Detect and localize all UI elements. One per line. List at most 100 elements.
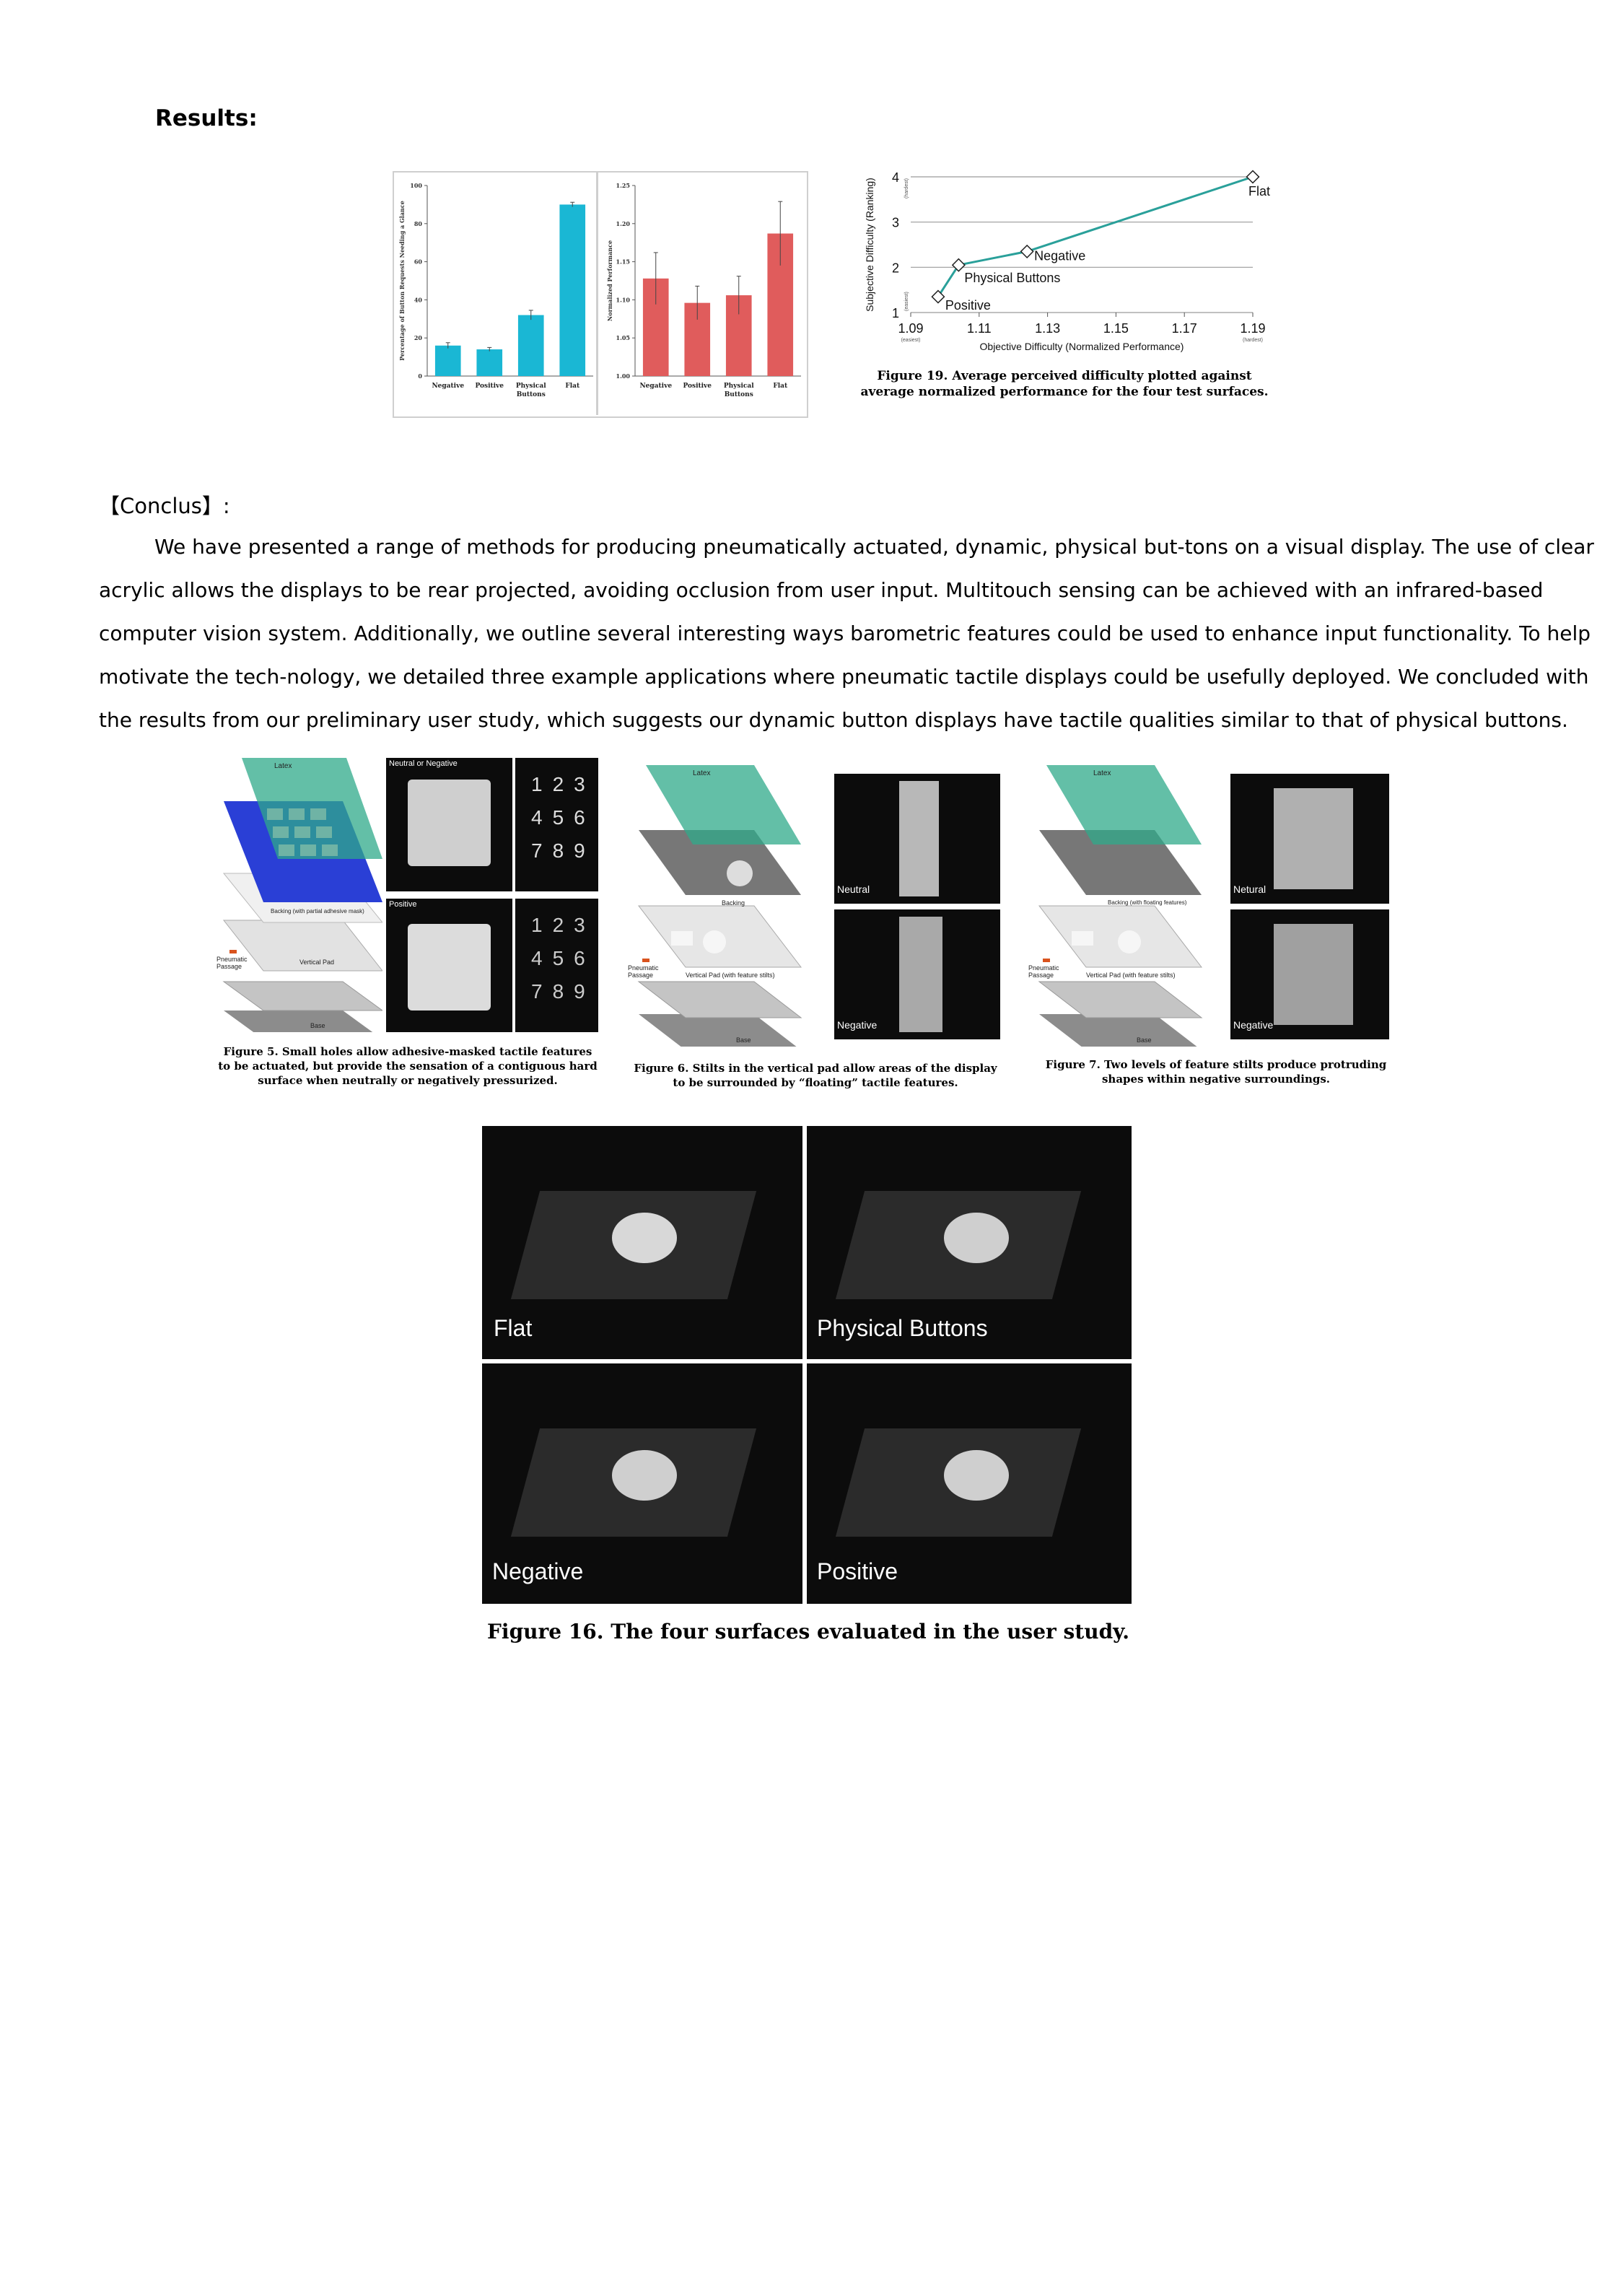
y-tick-label: 1.15	[616, 258, 630, 266]
y-tick-label: 4	[892, 170, 899, 185]
results-bar-charts: 0 20 40 60 80 100 Percentage of Button Request…	[393, 171, 808, 418]
y-hardest-label: (hardest)	[904, 178, 909, 198]
y-tick-label: 2	[892, 261, 899, 275]
data-point-positive	[931, 289, 945, 304]
x-axis-label: Objective Difficulty (Normalized Perform…	[980, 341, 1184, 352]
y-tick-label: 1.10	[616, 296, 631, 303]
point-label: Physical Buttons	[964, 271, 1060, 285]
fig7-label-latex: Latex	[1093, 769, 1111, 777]
paragraph-line: the results from our preliminary user st…	[99, 708, 1568, 732]
x-tick-label: 1.17	[1172, 321, 1197, 336]
fig7-photo-label-negative: Negative	[1233, 1019, 1274, 1031]
bar-charts-svg: 0 20 40 60 80 100 Percentage of Button Request…	[398, 182, 801, 398]
y-tick-label: 1.25	[616, 182, 630, 189]
line-chart-svg: 1 2 3 4 (hardest) (easiest) Subjective Difficu…	[864, 170, 1270, 352]
data-point-physical-buttons	[951, 258, 966, 272]
results-heading: Results:	[155, 105, 258, 131]
fig6-label-passage: Pneumatic Passage	[628, 964, 659, 979]
x-tick-label: Positive	[683, 383, 712, 390]
x-tick-label: Negative	[432, 383, 464, 390]
figure7-caption: Figure 7. Two levels of feature stilts p…	[1045, 1058, 1387, 1086]
fig6-photo-neutral: Neutral	[834, 774, 1000, 904]
figure5-layer-diagram	[222, 758, 382, 1032]
fig5-photo-label-positive: Positive	[389, 900, 417, 909]
y-tick-label: 1	[892, 306, 899, 320]
x-tick-label: Flat	[565, 383, 580, 390]
x-tick-label: Physical	[724, 383, 754, 390]
x-tick-label: Buttons	[517, 391, 546, 398]
x-tick-label: 1.19	[1240, 321, 1265, 336]
point-label: Negative	[1034, 248, 1085, 263]
fig16-photo-flat: Flat	[482, 1126, 802, 1359]
fig6-photo-negative: Negative	[834, 909, 1000, 1039]
x-tick-label: Positive	[475, 383, 504, 390]
fig7-photo-negative: Negative	[1230, 909, 1389, 1039]
fig7-label-passage: Pneumatic Passage	[1028, 964, 1059, 979]
fig16-label-positive: Positive	[817, 1558, 898, 1584]
fig7-label-vertical-pad: Vertical Pad (with feature stilts)	[1086, 972, 1176, 979]
x-easiest-label: (easiest)	[901, 338, 921, 343]
y-tick-label: 20	[414, 334, 423, 341]
y-axis-label: Subjective Difficulty (Ranking)	[864, 178, 875, 312]
y-tick-label: 60	[414, 258, 423, 266]
fig5-keypad-bottom: 123 456 789	[515, 899, 598, 1032]
y-tick-label: 0	[418, 372, 422, 380]
y-axis-label: Percentage of Button Requests Needing a …	[398, 201, 406, 361]
fig5-label-backing: Backing (with partial adhesive mask)	[271, 908, 364, 915]
figure5-caption: Figure 5. Small holes allow adhesive-mas…	[218, 1045, 598, 1087]
y-tick-label: 100	[410, 182, 422, 189]
fig16-photo-negative: Negative	[482, 1363, 802, 1604]
fig6-label-base: Base	[736, 1036, 751, 1044]
paragraph-line: We have presented a range of methods for…	[154, 535, 1594, 559]
x-tick-label: 1.09	[898, 321, 923, 336]
conclus-heading: 【Conclus】:	[99, 494, 230, 518]
x-hardest-label: (hardest)	[1243, 338, 1263, 343]
bar-positive	[476, 349, 503, 376]
y-axis-label: Normalized Performance	[606, 240, 613, 321]
point-label: Flat	[1248, 184, 1270, 198]
fig5-label-base: Base	[310, 1022, 325, 1029]
figure7-layer-diagram	[1038, 765, 1203, 1047]
fig5-keypad-digits: 123 456 789	[531, 914, 595, 1003]
fig7-photo-neutral: Netural	[1230, 774, 1389, 904]
figure7-diagram: Latex Backing (with floating features) P…	[1028, 765, 1404, 1047]
fig16-label-physical: Physical Buttons	[817, 1315, 988, 1341]
fig5-keypad-top: 123 456 789	[515, 758, 598, 891]
fig7-label-backing: Backing (with floating features)	[1108, 899, 1187, 906]
y-tick-label: 1.00	[616, 372, 631, 380]
data-point-flat	[1246, 170, 1260, 184]
fig5-keypad-digits: 123 456 789	[531, 773, 595, 862]
fig5-photo-neutral: Neutral or Negative	[386, 758, 512, 891]
x-tick-label: 1.11	[967, 321, 992, 336]
fig16-photo-positive: Positive	[807, 1363, 1132, 1604]
fig5-photo-label-neutral: Neutral or Negative	[389, 759, 458, 768]
figure6-layer-diagram	[637, 765, 802, 1047]
figure6-diagram: Latex Backing Pneumatic Passage Vertical…	[628, 765, 1010, 1047]
fig16-photo-physical: Physical Buttons	[807, 1126, 1132, 1359]
y-tick-label: 1.05	[616, 334, 630, 341]
y-tick-label: 3	[892, 216, 899, 230]
figure5-diagram: Latex Backing (with partial adhesive mas…	[216, 758, 599, 1032]
bar-physical-buttons	[517, 315, 544, 376]
y-tick-label: 80	[414, 220, 423, 227]
fig6-photo-label-neutral: Neutral	[837, 883, 870, 895]
fig5-label-passage: Pneumatic Passage	[216, 956, 248, 970]
figure16-caption: Figure 16. The four surfaces evaluated i…	[487, 1620, 1129, 1644]
x-tick-label: 1.15	[1103, 321, 1129, 336]
bar-flat	[559, 204, 586, 376]
difficulty-line-chart: 1 2 3 4 (hardest) (easiest) Subjective Difficu…	[852, 162, 1277, 365]
x-tick-label: Physical	[516, 383, 546, 390]
point-label: Positive	[945, 298, 991, 313]
x-tick-label: 1.13	[1035, 321, 1060, 336]
y-tick-label: 40	[414, 296, 423, 303]
data-point-negative	[1020, 244, 1034, 258]
fig7-photo-label-neutral: Netural	[1233, 883, 1267, 895]
figure6-caption: Figure 6. Stilts in the vertical pad all…	[634, 1062, 997, 1089]
figure19-caption: Figure 19. Average perceived difficulty …	[860, 369, 1269, 399]
paragraph-line: computer vision system. Additionally, we…	[99, 621, 1591, 645]
chart-divider	[596, 173, 598, 415]
y-tick-label: 1.20	[616, 220, 631, 227]
fig6-label-backing: Backing	[722, 899, 745, 907]
x-tick-label: Flat	[773, 383, 788, 390]
fig5-label-latex: Latex	[274, 762, 292, 770]
